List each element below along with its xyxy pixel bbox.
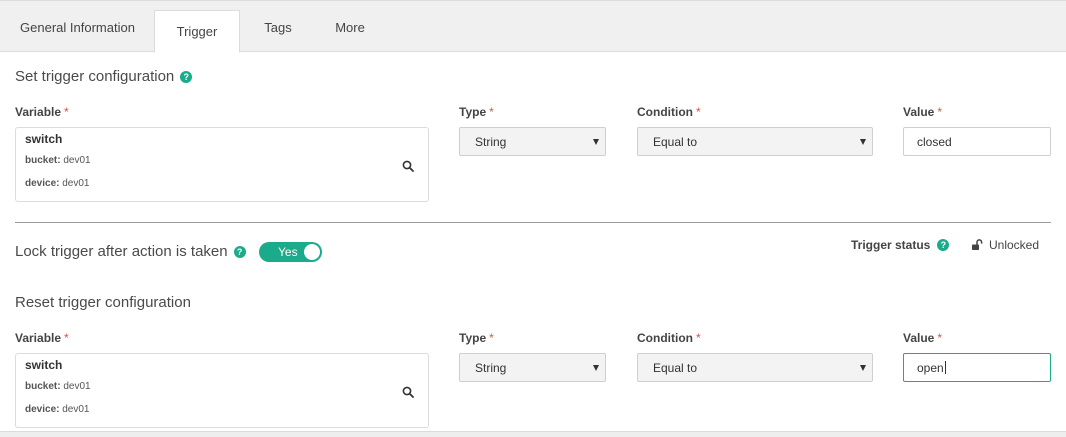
variable-bucket: bucket: dev01	[25, 381, 91, 392]
value-input-text: closed	[917, 134, 952, 149]
required-mark: *	[64, 105, 69, 119]
value-label: Value *	[903, 105, 943, 119]
variable-device: device: dev01	[25, 178, 90, 189]
help-icon[interactable]: ?	[233, 245, 246, 258]
type-select-value: String	[475, 360, 507, 375]
trigger-status-value-text: Unlocked	[989, 238, 1040, 252]
variable-selector[interactable]: switch bucket: dev01 device: dev01	[15, 127, 429, 202]
search-icon[interactable]	[402, 160, 414, 172]
lock-trigger-label: Lock trigger after action is taken ?	[15, 243, 246, 260]
chevron-down-icon	[860, 139, 866, 145]
reset-type-label: Type *	[459, 331, 494, 345]
tab-label: General Information	[20, 19, 135, 35]
variable-name: switch	[25, 132, 63, 146]
lock-label-text: Lock trigger after action is taken	[15, 243, 228, 260]
reset-variable-selector[interactable]: switch bucket: dev01 device: dev01	[15, 353, 429, 428]
chevron-down-icon	[593, 139, 599, 145]
required-mark: *	[695, 105, 701, 119]
type-label: Type *	[459, 105, 494, 119]
reset-condition-select[interactable]: Equal to	[637, 353, 873, 382]
toggle-label: Yes	[278, 245, 298, 259]
reset-type-select[interactable]: String	[459, 353, 606, 382]
section-title-text: Set trigger configuration	[15, 68, 175, 85]
chevron-down-icon	[593, 365, 599, 371]
toggle-knob	[304, 244, 320, 260]
tab-label: Trigger	[176, 23, 218, 39]
required-mark: *	[489, 105, 494, 119]
trigger-section-title: Set trigger configuration ?	[15, 68, 193, 85]
help-icon[interactable]: ?	[180, 70, 193, 83]
bottom-bar	[0, 431, 1066, 437]
tab-label: More	[335, 19, 365, 35]
unlock-icon	[972, 239, 983, 250]
type-select[interactable]: String	[459, 127, 606, 156]
required-mark: *	[937, 105, 943, 119]
required-mark: *	[64, 331, 69, 345]
variable-device: device: dev01	[25, 404, 90, 415]
reset-value-label: Value *	[903, 331, 943, 345]
variable-name: switch	[25, 358, 63, 372]
tab-tags[interactable]: Tags	[240, 1, 316, 53]
tab-bar: General Information Trigger Tags More	[0, 0, 1066, 53]
condition-select[interactable]: Equal to	[637, 127, 873, 156]
tab-more[interactable]: More	[316, 1, 384, 53]
section-divider	[15, 222, 1051, 223]
condition-label: Condition *	[637, 105, 701, 119]
condition-select-value: Equal to	[653, 360, 698, 375]
search-icon[interactable]	[402, 386, 414, 398]
required-mark: *	[489, 331, 494, 345]
reset-variable-label: Variable *	[15, 331, 69, 345]
reset-section-title: Reset trigger configuration	[15, 294, 191, 311]
variable-bucket: bucket: dev01	[25, 155, 91, 166]
tab-trigger[interactable]: Trigger	[154, 10, 240, 53]
chevron-down-icon	[860, 365, 866, 371]
trigger-status-label: Trigger status ?	[851, 238, 950, 252]
condition-select-value: Equal to	[653, 134, 698, 149]
variable-label: Variable *	[15, 105, 69, 119]
type-select-value: String	[475, 134, 507, 149]
reset-condition-label: Condition *	[637, 331, 701, 345]
reset-value-input[interactable]: open	[903, 353, 1051, 382]
required-mark: *	[937, 331, 943, 345]
trigger-status-value: Unlocked	[971, 238, 1039, 252]
required-mark: *	[695, 331, 701, 345]
trigger-status-text: Trigger status	[851, 238, 931, 252]
value-input-text: open	[917, 360, 944, 375]
tab-label: Tags	[264, 19, 292, 35]
tab-general-information[interactable]: General Information	[0, 1, 155, 53]
section-title-text: Reset trigger configuration	[15, 294, 191, 311]
lock-toggle[interactable]: Yes	[259, 242, 322, 262]
text-cursor	[944, 361, 946, 374]
value-input[interactable]: closed	[903, 127, 1051, 156]
help-icon[interactable]: ?	[937, 239, 950, 251]
